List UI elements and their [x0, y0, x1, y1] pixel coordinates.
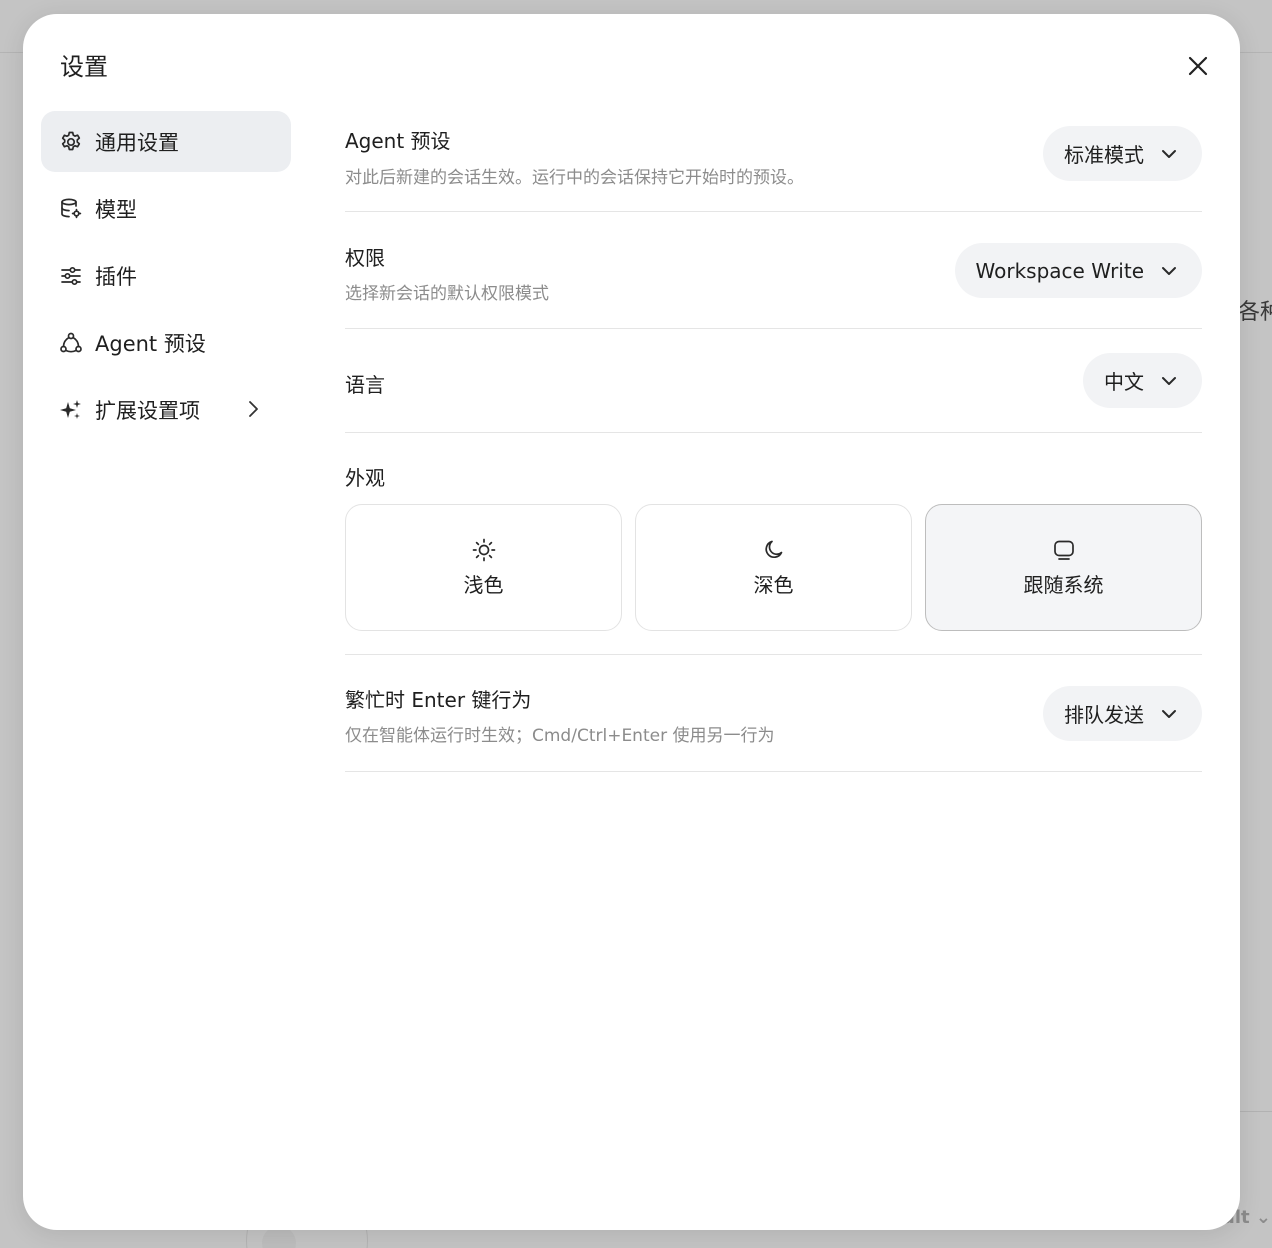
theme-options: 浅色 深色 跟随系统 — [345, 504, 1202, 631]
setting-title: 繁忙时 Enter 键行为 — [345, 688, 532, 712]
sidebar-item-label: 通用设置 — [95, 130, 179, 155]
setting-row-agent-preset: Agent 预设 对此后新建的会话生效。运行中的会话保持它开始时的预设。 标准模… — [345, 111, 1202, 212]
agent-network-icon — [58, 330, 84, 356]
setting-description: 选择新会话的默认权限模式 — [345, 284, 549, 304]
theme-label: 浅色 — [463, 573, 504, 597]
settings-content: Agent 预设 对此后新建的会话生效。运行中的会话保持它开始时的预设。 标准模… — [345, 111, 1202, 772]
select-value: 标准模式 — [1064, 143, 1144, 167]
sparkles-icon — [58, 397, 84, 423]
setting-title: 权限 — [345, 246, 385, 270]
theme-label: 跟随系统 — [1023, 573, 1104, 597]
setting-row-busy-enter: 繁忙时 Enter 键行为 仅在智能体运行时生效；Cmd/Ctrl+Enter … — [345, 655, 1202, 772]
sidebar-item-label: 插件 — [95, 264, 137, 289]
gear-icon — [58, 129, 84, 155]
theme-label: 深色 — [753, 573, 794, 597]
language-select[interactable]: 中文 — [1083, 353, 1202, 408]
setting-description: 对此后新建的会话生效。运行中的会话保持它开始时的预设。 — [345, 168, 804, 188]
sidebar-item-general[interactable]: 通用设置 — [41, 111, 291, 172]
select-value: 排队发送 — [1064, 703, 1144, 727]
busy-enter-select[interactable]: 排队发送 — [1043, 686, 1202, 741]
sidebar-item-models[interactable]: 模型 — [41, 178, 291, 239]
setting-row-appearance: 外观 浅色 深色 跟随系统 — [345, 433, 1202, 655]
chevron-right-icon — [243, 399, 263, 419]
sidebar-item-label: 扩展设置项 — [95, 398, 200, 423]
close-icon — [1188, 56, 1208, 76]
setting-description: 仅在智能体运行时生效；Cmd/Ctrl+Enter 使用另一行为 — [345, 726, 775, 746]
background-text: 各种 — [1238, 300, 1272, 325]
chevron-down-icon — [1160, 262, 1178, 280]
permission-select[interactable]: Workspace Write — [954, 243, 1202, 298]
sidebar-item-agent-presets[interactable]: Agent 预设 — [41, 312, 291, 373]
settings-sidebar: 通用设置 模型 插件 Agent 预设 扩展设置项 — [41, 111, 291, 446]
setting-row-permission: 权限 选择新会话的默认权限模式 Workspace Write — [345, 212, 1202, 329]
select-value: Workspace Write — [975, 258, 1144, 283]
moon-icon — [761, 537, 787, 563]
setting-title: Agent 预设 — [345, 129, 451, 153]
chevron-down-icon — [1160, 372, 1178, 390]
monitor-icon — [1051, 537, 1077, 563]
theme-option-dark[interactable]: 深色 — [635, 504, 912, 631]
sun-icon — [471, 537, 497, 563]
sliders-icon — [58, 263, 84, 289]
sidebar-item-plugins[interactable]: 插件 — [41, 245, 291, 306]
database-gear-icon — [58, 196, 84, 222]
setting-title: 外观 — [345, 466, 385, 490]
settings-modal: 设置 通用设置 模型 插件 Agent 预设 扩展设置项 Agent 预设 对此… — [23, 14, 1240, 1230]
sidebar-item-label: 模型 — [95, 197, 137, 222]
background-divider — [1240, 1111, 1272, 1112]
theme-option-light[interactable]: 浅色 — [345, 504, 622, 631]
setting-title: 语言 — [345, 373, 385, 397]
sidebar-item-extensions[interactable]: 扩展设置项 — [41, 379, 291, 440]
theme-option-system[interactable]: 跟随系统 — [925, 504, 1202, 631]
setting-row-language: 语言 中文 — [345, 329, 1202, 433]
agent-preset-select[interactable]: 标准模式 — [1043, 126, 1202, 181]
modal-title: 设置 — [60, 53, 108, 81]
select-value: 中文 — [1104, 370, 1144, 394]
sidebar-item-label: Agent 预设 — [95, 331, 206, 356]
chevron-down-icon — [1160, 145, 1178, 163]
chevron-down-icon — [1160, 705, 1178, 723]
close-button[interactable] — [1184, 52, 1212, 80]
